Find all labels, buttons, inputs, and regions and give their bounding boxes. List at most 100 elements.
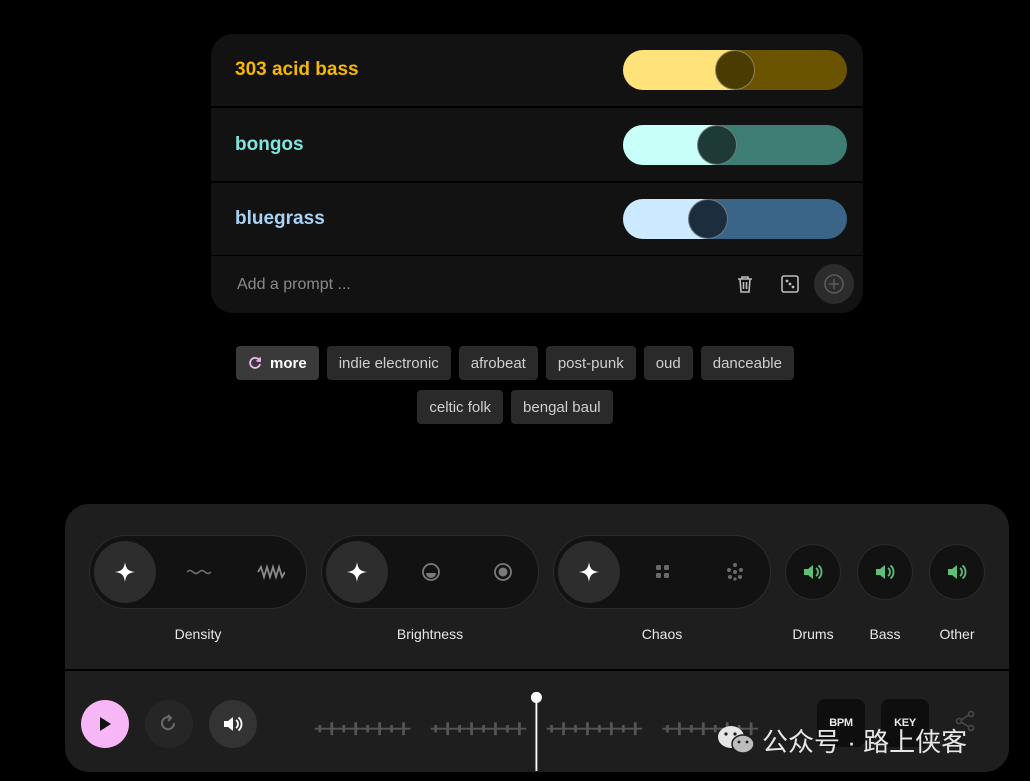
suggestion-chips-row-2: celtic folk bengal baul	[0, 390, 1030, 424]
speaker-icon	[804, 564, 823, 580]
chip-post-punk[interactable]: post-punk	[545, 346, 636, 380]
waveform-bar	[574, 725, 577, 733]
add-prompt-button[interactable]	[814, 264, 854, 304]
add-prompt-row	[211, 256, 863, 313]
waveform-bar	[378, 722, 381, 736]
prompt-row-303-acid-bass: 303 acid bass	[211, 34, 863, 108]
chaos-selector	[553, 535, 771, 609]
prompt-panel: 303 acid bass bongos bluegrass	[211, 34, 863, 313]
sparkle-icon	[115, 562, 135, 582]
waveform-bar	[494, 722, 497, 736]
slider-knob[interactable]	[715, 50, 755, 90]
slider-knob[interactable]	[688, 199, 728, 239]
density-low-option[interactable]	[168, 541, 230, 603]
waveform-bar	[366, 725, 370, 733]
prompt-weight-slider[interactable]	[623, 125, 847, 165]
chip-oud[interactable]: oud	[643, 346, 693, 380]
slider-knob[interactable]	[697, 125, 737, 165]
density-label: Density	[174, 626, 222, 642]
dots-scatter-icon	[727, 563, 743, 581]
chip-danceable[interactable]: danceable	[700, 346, 794, 380]
waveform-bar	[689, 725, 693, 733]
waveform-bar	[446, 722, 450, 736]
waveform-bar	[518, 722, 521, 736]
wave-low-icon	[186, 569, 212, 575]
wave-high-icon	[257, 564, 285, 580]
speaker-icon	[948, 564, 967, 580]
brightness-dark-option[interactable]	[400, 541, 462, 603]
more-suggestions-button[interactable]: more	[236, 346, 319, 380]
bass-toggle-button[interactable]	[857, 544, 913, 600]
prompt-row-bluegrass: bluegrass	[211, 183, 863, 257]
waveform-bar	[633, 722, 637, 736]
waveform-bar	[434, 725, 438, 733]
other-label: Other	[939, 626, 975, 642]
brightness-label: Brightness	[396, 626, 464, 642]
waveform-bar	[470, 722, 473, 736]
chaos-label: Chaos	[641, 626, 683, 642]
waveform-bar	[598, 725, 601, 733]
waveform-bar	[701, 722, 705, 736]
waveform-bar	[482, 725, 485, 733]
suggestion-chips-row-1: more indie electronic afrobeat post-punk…	[0, 346, 1030, 380]
density-auto-option[interactable]	[94, 541, 156, 603]
waveform-bar	[390, 725, 393, 733]
waveform-bar	[666, 725, 669, 733]
prompt-label: 303 acid bass	[235, 59, 359, 80]
volume-button[interactable]	[209, 700, 257, 748]
drums-label: Drums	[792, 626, 834, 642]
prompt-weight-slider[interactable]	[623, 50, 847, 90]
watermark-text: 公众号 · 路上侠客	[762, 726, 968, 757]
chaos-high-option[interactable]	[704, 541, 766, 603]
speaker-icon	[876, 564, 895, 580]
waveform-bar	[586, 722, 589, 736]
dice-icon[interactable]	[775, 269, 805, 299]
add-prompt-input[interactable]	[235, 270, 619, 300]
speaker-icon	[224, 716, 243, 732]
chip-celtic-folk[interactable]: celtic folk	[417, 390, 504, 424]
chip-afrobeat[interactable]: afrobeat	[458, 346, 538, 380]
chip-bengal-baul[interactable]: bengal baul	[511, 390, 613, 424]
reset-button[interactable]	[145, 700, 193, 748]
waveform-bar	[550, 725, 553, 733]
brightness-auto-option[interactable]	[326, 541, 388, 603]
prompt-label: bongos	[235, 134, 304, 155]
prompt-label: bluegrass	[235, 208, 325, 229]
prompt-row-bongos: bongos	[211, 109, 863, 183]
waveform-bar	[609, 722, 613, 736]
bass-label: Bass	[869, 626, 901, 642]
waveform-bar	[506, 725, 509, 733]
chaos-auto-option[interactable]	[558, 541, 620, 603]
waveform-bar	[621, 725, 625, 733]
waveform-bar	[458, 725, 461, 733]
trash-icon[interactable]	[730, 269, 760, 299]
playhead-handle	[530, 691, 542, 703]
bright-circle-icon	[494, 563, 512, 581]
sparkle-icon	[579, 562, 599, 582]
density-selector	[89, 535, 307, 609]
brightness-selector	[321, 535, 539, 609]
chip-indie-electronic[interactable]: indie electronic	[326, 346, 451, 380]
waveform-bar	[330, 722, 334, 736]
waveform-bar	[562, 722, 565, 736]
dim-circle-icon	[422, 563, 440, 581]
watermark: 公众号 · 路上侠客	[716, 722, 967, 758]
waveform-bar	[342, 725, 346, 733]
plus-circle-icon	[824, 274, 844, 294]
other-toggle-button[interactable]	[929, 544, 985, 600]
waveform-bar	[318, 725, 322, 733]
play-icon	[100, 717, 111, 731]
density-high-option[interactable]	[240, 541, 302, 603]
reset-icon	[161, 714, 176, 731]
play-button[interactable]	[81, 700, 129, 748]
brightness-bright-option[interactable]	[472, 541, 534, 603]
prompt-weight-slider[interactable]	[623, 199, 847, 239]
drums-toggle-button[interactable]	[785, 544, 841, 600]
more-label: more	[270, 354, 307, 372]
dots-grid-icon	[656, 565, 669, 578]
chaos-low-option[interactable]	[632, 541, 694, 603]
waveform-bar	[402, 722, 405, 736]
sparkle-icon	[347, 562, 367, 582]
refresh-icon	[249, 357, 261, 369]
waveform-bar	[678, 722, 681, 736]
